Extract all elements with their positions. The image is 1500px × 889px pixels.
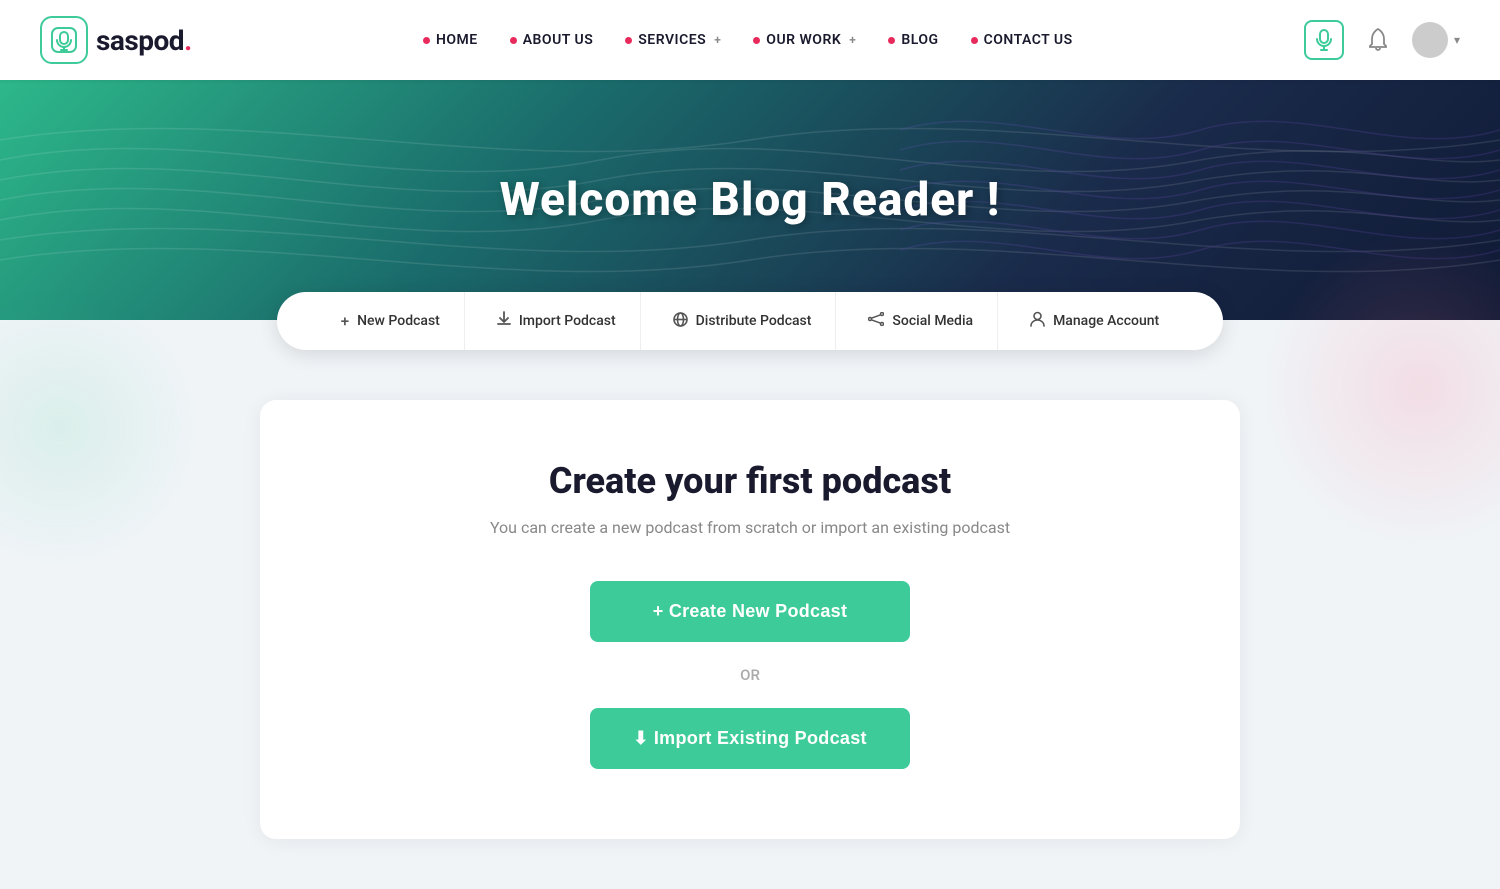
nav-blog[interactable]: BLOG [888,32,938,48]
chevron-down-icon: ▾ [1454,33,1460,47]
action-bar: + New Podcast Import Podcast Distribute … [277,292,1223,350]
nav-our-work[interactable]: OUR WORK + [753,32,856,48]
mic-button[interactable] [1304,20,1344,60]
notification-bell[interactable] [1360,22,1396,58]
create-podcast-card: Create your first podcast You can create… [260,400,1240,839]
manage-account-action[interactable]: Manage Account [1006,292,1183,350]
hero-banner: Welcome Blog Reader ! [0,80,1500,320]
main-nav: HOME ABOUT US SERVICES + OUR WORK + BLOG… [423,32,1073,48]
nav-home[interactable]: HOME [423,32,478,48]
logo[interactable]: saspod. [40,16,192,64]
create-new-podcast-button[interactable]: + Create New Podcast [590,581,910,642]
card-subtitle: You can create a new podcast from scratc… [340,518,1160,537]
social-media-action[interactable]: Social Media [844,292,998,350]
nav-dot [423,37,430,44]
nav-about[interactable]: ABOUT US [510,32,594,48]
nav-dot [625,37,632,44]
user-avatar-button[interactable]: ▾ [1412,22,1460,58]
nav-services[interactable]: SERVICES + [625,32,721,48]
nav-dot [753,37,760,44]
distribute-podcast-action[interactable]: Distribute Podcast [649,292,837,350]
plus-icon: + [341,312,349,330]
import-existing-podcast-button[interactable]: ⬇ Import Existing Podcast [590,708,910,769]
import-podcast-action[interactable]: Import Podcast [473,292,641,350]
new-podcast-label: New Podcast [357,313,440,329]
new-podcast-action[interactable]: + New Podcast [317,292,465,350]
nav-dot [510,37,517,44]
hero-title: Welcome Blog Reader ! [500,173,1001,227]
our-work-plus-icon: + [849,33,856,47]
social-media-label: Social Media [892,313,973,329]
nav-dot [888,37,895,44]
header-actions: ▾ [1304,20,1460,60]
logo-text: saspod. [96,24,192,57]
globe-icon [673,312,688,331]
header: saspod. HOME ABOUT US SERVICES + OUR WOR… [0,0,1500,80]
import-podcast-label: Import Podcast [519,313,616,329]
services-plus-icon: + [714,33,721,47]
logo-icon [40,16,88,64]
nav-dot [971,37,978,44]
download-icon [497,311,511,331]
manage-account-label: Manage Account [1053,313,1159,329]
nav-contact[interactable]: CONTACT US [971,32,1073,48]
main-content: Create your first podcast You can create… [0,350,1500,889]
or-divider: OR [340,666,1160,684]
action-bar-wrapper: + New Podcast Import Podcast Distribute … [0,292,1500,350]
avatar [1412,22,1448,58]
share-icon [868,312,884,330]
card-title: Create your first podcast [340,460,1160,502]
user-icon [1030,311,1045,331]
distribute-podcast-label: Distribute Podcast [696,313,812,329]
